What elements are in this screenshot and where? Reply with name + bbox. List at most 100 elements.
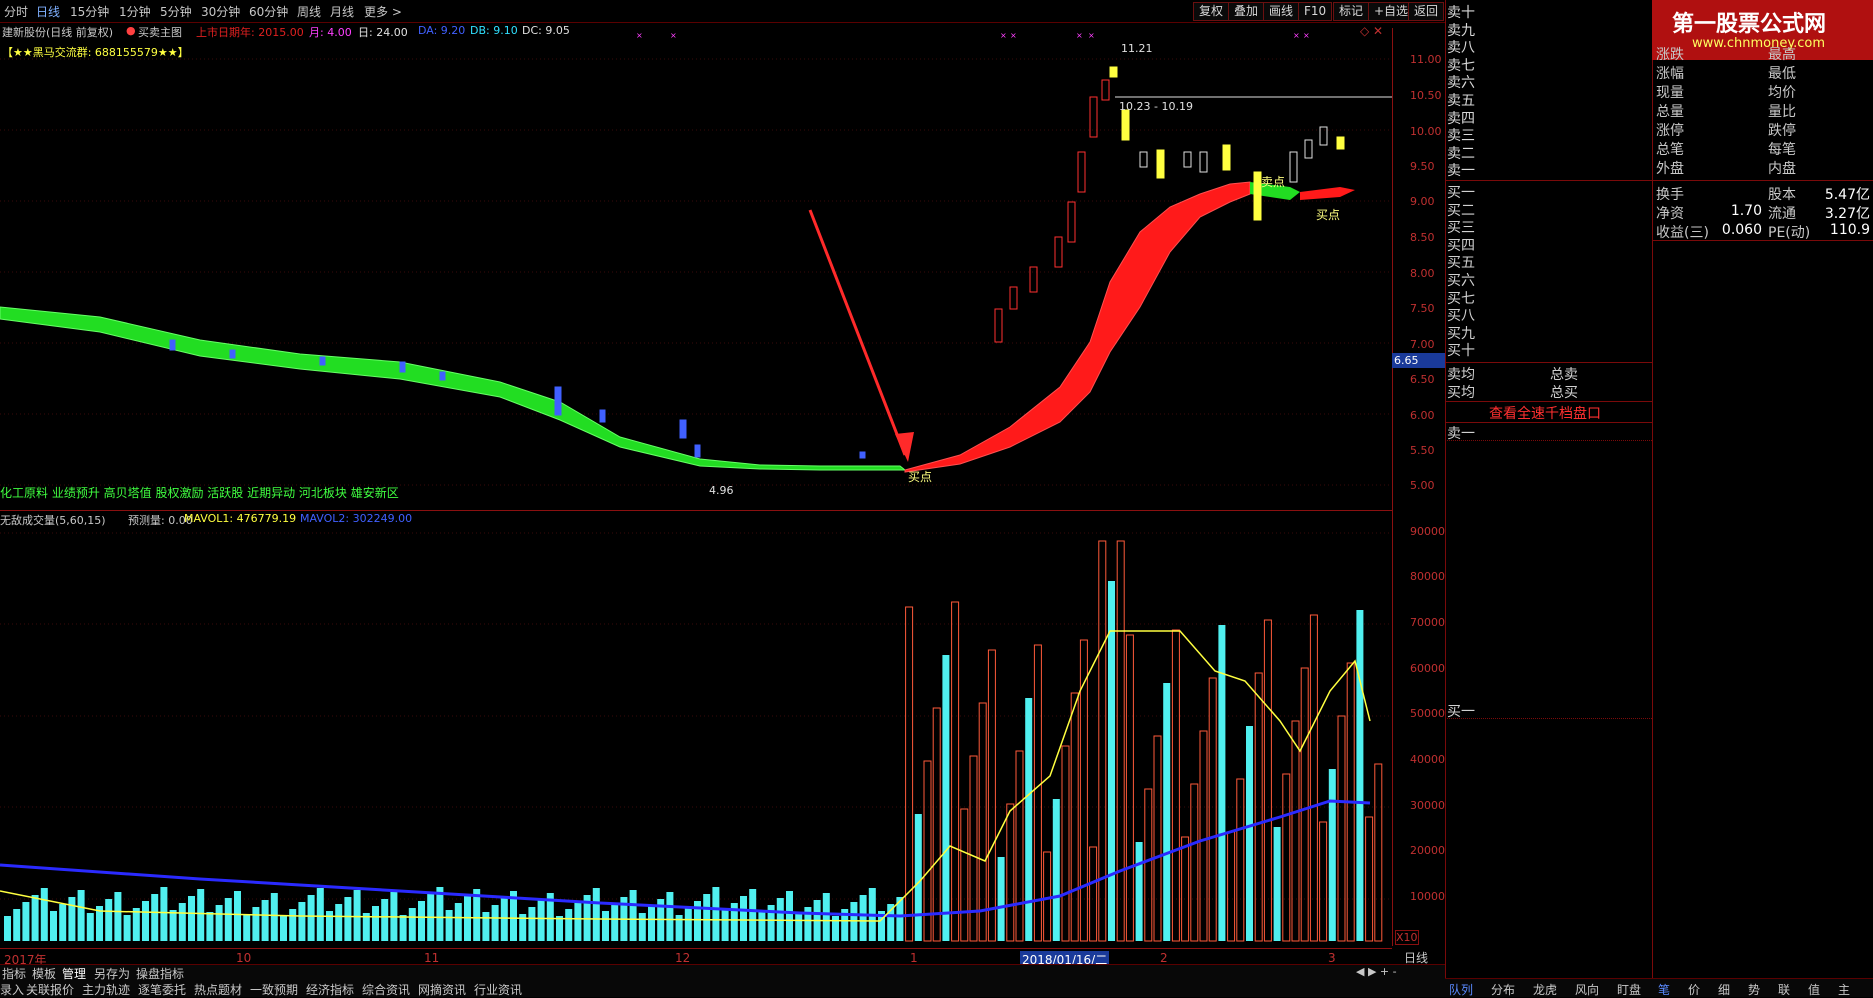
tab-news[interactable]: 综合资讯 [362, 981, 410, 998]
volume-bar [997, 857, 1005, 941]
tab-main[interactable]: 主 [1838, 981, 1850, 998]
volume-tick: 10000 [1410, 890, 1445, 903]
period-tab-timeshare[interactable]: 分时 [4, 3, 28, 20]
tab-trading-indicator[interactable]: 操盘指标 [136, 965, 184, 982]
period-tab-monthly[interactable]: 月线 [330, 3, 354, 20]
volume-bar [795, 914, 803, 941]
date-tick: 10 [236, 951, 252, 965]
tab-save-as[interactable]: 另存为 [94, 965, 130, 982]
mark-button[interactable]: 标记 [1333, 2, 1370, 21]
volume-bar [822, 893, 830, 941]
tab-nav-arrows-icon[interactable]: ◀ ▶ + - [1356, 965, 1397, 978]
quote-field-label: 总量 [1656, 104, 1684, 120]
tab-dragon-tiger[interactable]: 龙虎 [1533, 981, 1557, 998]
volume-bar [528, 907, 536, 941]
volume-bar [31, 895, 39, 941]
tab-link[interactable]: 联 [1778, 981, 1790, 998]
back-button[interactable]: 返回 [1408, 2, 1445, 21]
volume-bar [1070, 692, 1079, 942]
overlay-button[interactable]: 叠加 [1228, 2, 1265, 21]
volume-bar [197, 889, 205, 941]
tab-consensus[interactable]: 一致预期 [250, 981, 298, 998]
price-tick: 10.50 [1410, 89, 1442, 102]
period-tab-daily[interactable]: 日线 [36, 3, 60, 20]
period-tab-30min[interactable]: 30分钟 [201, 3, 240, 20]
current-price-marker: 6.65 [1392, 353, 1447, 368]
volume-bar [178, 903, 186, 941]
tab-manage[interactable]: 管理 [62, 965, 86, 982]
period-tab-15min[interactable]: 15分钟 [70, 3, 109, 20]
period-tab-weekly[interactable]: 周线 [297, 3, 321, 20]
volume-bar [307, 895, 315, 941]
signal-markers: × × × × × × × × [636, 31, 1310, 40]
tab-ticks[interactable]: 笔 [1658, 981, 1670, 998]
total-sell-label: 总卖 [1550, 367, 1578, 383]
period-tab-5min[interactable]: 5分钟 [160, 3, 192, 20]
tab-digest[interactable]: 网摘资讯 [418, 981, 466, 998]
bid-level-label: 买十 [1447, 343, 1475, 360]
volume-bar [1006, 803, 1015, 942]
volume-bar [77, 890, 85, 941]
tab-industry[interactable]: 行业资讯 [474, 981, 522, 998]
volume-bar [1319, 821, 1328, 942]
svg-text:×: × [1303, 31, 1310, 40]
view-full-depth-label: 查看全速千档盘口 [1489, 406, 1601, 422]
volume-bar [1309, 614, 1318, 942]
tab-watch[interactable]: 盯盘 [1617, 981, 1641, 998]
total-buy-label: 总买 [1550, 385, 1578, 401]
tab-input[interactable]: 录入 [0, 981, 24, 998]
volume-bar [629, 890, 637, 941]
date-tick: 1 [910, 951, 918, 965]
volume-bar [436, 887, 444, 941]
tab-wind[interactable]: 风向 [1575, 981, 1599, 998]
quote-field-label: 均价 [1768, 85, 1796, 101]
price-chart[interactable]: × × × × × × × × [0, 22, 1392, 510]
volume-bar [1190, 783, 1199, 942]
quote-field-label: 每笔 [1768, 142, 1796, 158]
quote-field-label: 最低 [1768, 66, 1796, 82]
tab-related-quote[interactable]: 关联报价 [26, 981, 74, 998]
tab-main-track[interactable]: 主力轨迹 [82, 981, 130, 998]
period-tab-more[interactable]: 更多 > [364, 3, 402, 20]
ob-divider [1445, 180, 1652, 181]
tab-price[interactable]: 价 [1688, 981, 1700, 998]
volume-bar [372, 906, 379, 941]
draw-line-button[interactable]: 画线 [1263, 2, 1300, 21]
tab-queue[interactable]: 队列 [1449, 981, 1473, 998]
tab-hot-topics[interactable]: 热点题材 [194, 981, 242, 998]
period-tab-1min[interactable]: 1分钟 [119, 3, 151, 20]
volume-bar [86, 913, 94, 941]
volume-bar [326, 911, 333, 941]
tab-value[interactable]: 值 [1808, 981, 1820, 998]
volume-bar [13, 909, 21, 941]
volume-bar [1015, 750, 1024, 942]
price-tick: 7.50 [1410, 302, 1435, 315]
period-tab-60min[interactable]: 60分钟 [249, 3, 288, 20]
tab-detail[interactable]: 细 [1718, 981, 1730, 998]
volume-bar [740, 896, 747, 941]
high-price-label: 11.21 [1121, 42, 1153, 55]
volume-chart[interactable] [0, 511, 1392, 947]
adjust-button[interactable]: 复权 [1193, 2, 1230, 21]
f10-button[interactable]: F10 [1298, 2, 1333, 21]
tab-template[interactable]: 模板 [32, 965, 56, 982]
volume-bar [454, 903, 462, 941]
view-full-depth-button[interactable]: 查看全速千档盘口 [1445, 401, 1652, 423]
volume-bar [1116, 540, 1125, 942]
volume-bar [648, 906, 655, 941]
tab-trend[interactable]: 势 [1748, 981, 1760, 998]
fundamental-value: 1.70 [1730, 203, 1762, 219]
tab-indicator[interactable]: 指标 [2, 965, 26, 982]
volume-bar [206, 912, 214, 941]
tab-distribution[interactable]: 分布 [1491, 981, 1515, 998]
volume-bar [381, 899, 389, 941]
date-tick: 2 [1160, 951, 1168, 965]
volume-bar [1328, 769, 1336, 941]
volume-tick: 30000 [1410, 799, 1445, 812]
volume-bar [289, 909, 297, 941]
price-tick: 10.00 [1410, 125, 1442, 138]
fundamental-value: 5.47亿 [1824, 187, 1870, 203]
tab-tick-orders[interactable]: 逐笔委托 [138, 981, 186, 998]
tab-economy[interactable]: 经济指标 [306, 981, 354, 998]
concept-tags: 化工原料 业绩预升 高贝塔值 股权激励 活跃股 近期异动 河北板块 雄安新区 [0, 486, 399, 500]
